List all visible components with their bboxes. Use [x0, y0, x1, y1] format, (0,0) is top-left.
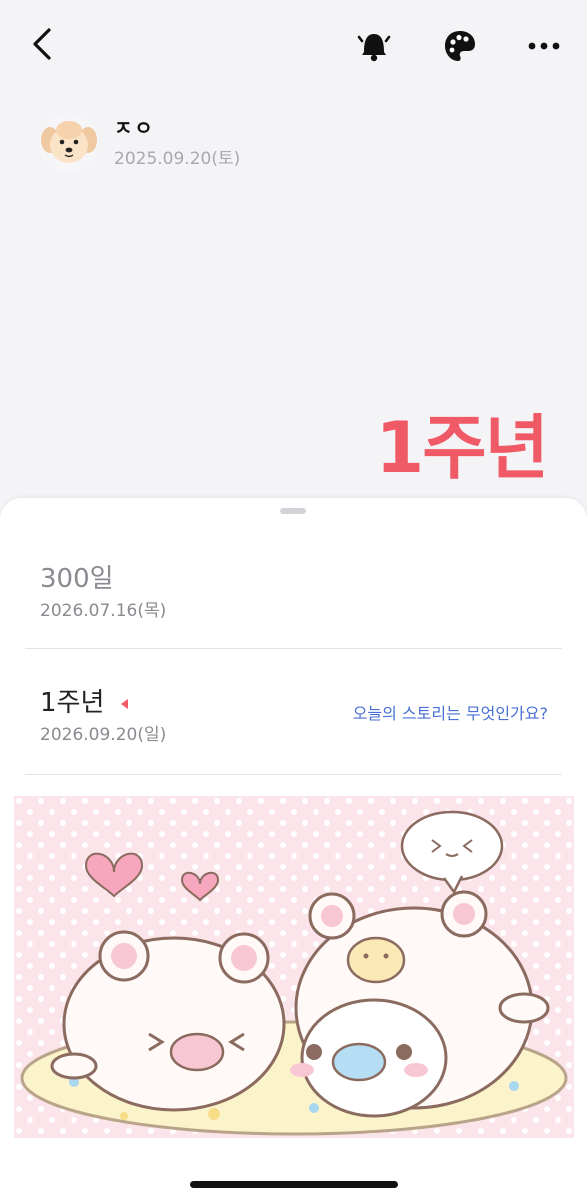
story-link[interactable]: 오늘의 스토리는 무엇인가요? [353, 700, 548, 724]
selected-marker-icon [120, 698, 128, 709]
list-item[interactable]: 300일 2026.07.16(목) [25, 548, 562, 649]
bell-icon [357, 34, 391, 62]
list-item-selected[interactable]: 1주년 2026.09.20(일) 오늘의 스토리는 무엇인가요? [25, 650, 562, 775]
avatar[interactable] [40, 114, 98, 172]
profile-section: ㅈㅇ 2025.09.20(토) [40, 112, 340, 172]
more-button[interactable] [522, 24, 566, 68]
notification-button[interactable] [352, 24, 396, 68]
more-horizontal-icon [528, 42, 560, 50]
cute-animals-illustration [14, 796, 574, 1138]
list-item-date: 2026.07.16(목) [40, 601, 167, 621]
illustration-image [14, 796, 574, 1138]
list-item-title-wrap: 1주년 [40, 682, 129, 719]
top-bar [0, 0, 587, 90]
back-button[interactable] [22, 24, 62, 64]
home-indicator [190, 1181, 398, 1188]
list-item-title: 1주년 [40, 688, 105, 718]
dog-avatar-icon [40, 114, 98, 172]
profile-date: 2025.09.20(토) [114, 149, 241, 169]
chevron-left-icon [33, 28, 51, 60]
sheet-handle[interactable] [280, 508, 306, 514]
list-item-title: 300일 [40, 564, 114, 594]
palette-icon [445, 31, 475, 61]
theme-button[interactable] [438, 24, 482, 68]
profile-name: ㅈㅇ [114, 116, 155, 140]
bottom-sheet: 300일 2026.07.16(목) 1주년 2026.09.20(일) 오늘의… [0, 498, 587, 1200]
list-item-date: 2026.09.20(일) [40, 725, 167, 745]
anniversary-title: 1주년 [375, 407, 549, 489]
